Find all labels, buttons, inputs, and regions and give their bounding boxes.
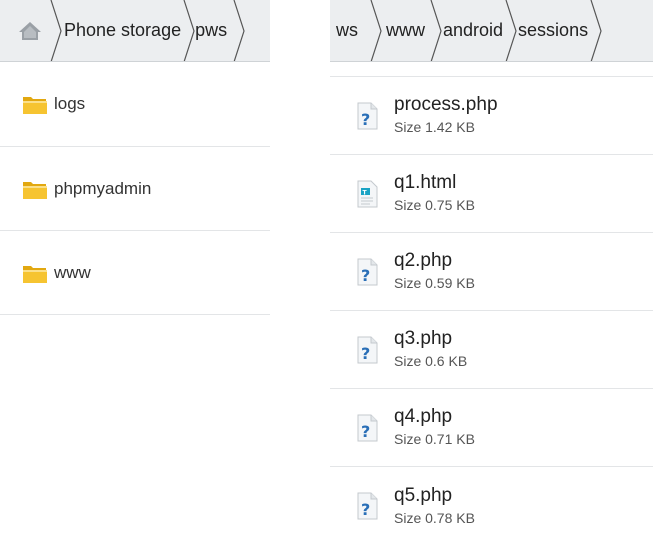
list-item[interactable]: ? q2.php Size 0.59 KB xyxy=(330,233,653,311)
list-item[interactable]: www xyxy=(0,231,270,315)
svg-text:?: ? xyxy=(361,344,370,363)
file-size: Size 0.71 KB xyxy=(394,431,475,447)
svg-text:?: ? xyxy=(361,422,370,441)
list-item[interactable]: T q1.html Size 0.75 KB xyxy=(330,155,653,233)
list-item[interactable]: ? process.php Size 1.42 KB xyxy=(330,77,653,155)
file-name: q1.html xyxy=(394,172,457,193)
svg-text:?: ? xyxy=(361,110,370,129)
php-file-icon: ? xyxy=(354,413,380,443)
breadcrumb-item-android[interactable]: android xyxy=(442,0,505,61)
breadcrumb-separator-icon xyxy=(50,0,62,61)
breadcrumb-separator-icon xyxy=(430,0,442,61)
breadcrumb-item-phone-storage[interactable]: Phone storage xyxy=(62,0,183,61)
php-file-icon: ? xyxy=(354,335,380,365)
breadcrumb: ws www android sessions xyxy=(330,0,653,62)
list-item[interactable]: ? q5.php Size 0.78 KB xyxy=(330,467,653,545)
html-file-icon: T xyxy=(354,179,380,209)
php-file-icon: ? xyxy=(354,257,380,287)
breadcrumb-separator-icon xyxy=(370,0,382,61)
breadcrumb-separator-icon xyxy=(183,0,195,61)
file-size: Size 0.59 KB xyxy=(394,275,475,291)
file-name: q5.php xyxy=(394,484,453,506)
file-name: q4.php xyxy=(394,406,453,427)
folder-label: phpmyadmin xyxy=(54,178,152,198)
folder-icon xyxy=(22,93,48,115)
breadcrumb-separator-icon xyxy=(505,0,517,61)
file-size: Size 0.75 KB xyxy=(394,197,475,213)
folder-label: logs xyxy=(54,94,86,113)
breadcrumb-item-pws[interactable]: pws xyxy=(195,0,233,61)
breadcrumb-separator-icon xyxy=(590,0,602,61)
folder-list: logs phpmyadmin www xyxy=(0,62,270,315)
file-size: Size 0.6 KB xyxy=(394,353,468,369)
breadcrumb-item-www[interactable]: www xyxy=(382,0,430,61)
svg-text:?: ? xyxy=(361,500,370,519)
folder-label: www xyxy=(54,262,91,282)
breadcrumb: Phone storage pws xyxy=(0,0,270,62)
list-item[interactable]: ? q4.php Size 0.71 KB xyxy=(330,389,653,467)
list-item[interactable]: ? q3.php Size 0.6 KB xyxy=(330,311,653,389)
file-name: q2.php xyxy=(394,250,453,271)
php-file-icon: ? xyxy=(354,101,380,131)
file-list: ? process.php Size 1.42 KB T q1.html Siz… xyxy=(330,76,653,545)
svg-text:?: ? xyxy=(361,266,370,285)
breadcrumb-item-ws[interactable]: ws xyxy=(330,0,370,61)
home-icon[interactable] xyxy=(0,20,50,42)
file-size: Size 0.78 KB xyxy=(394,509,475,526)
right-file-browser-pane: ws www android sessions ? process.php Si… xyxy=(330,0,653,530)
php-file-icon: ? xyxy=(354,491,380,521)
list-item[interactable]: logs xyxy=(0,62,270,147)
breadcrumb-item-sessions[interactable]: sessions xyxy=(517,0,590,61)
folder-icon xyxy=(22,262,48,284)
file-name: process.php xyxy=(394,94,498,115)
file-size: Size 1.42 KB xyxy=(394,119,475,135)
breadcrumb-separator-icon xyxy=(233,0,245,61)
left-file-browser-pane: Phone storage pws logs phpmyadmin www xyxy=(0,0,270,530)
folder-icon xyxy=(22,178,48,200)
list-item[interactable]: phpmyadmin xyxy=(0,147,270,231)
file-name: q3.php xyxy=(394,328,453,349)
